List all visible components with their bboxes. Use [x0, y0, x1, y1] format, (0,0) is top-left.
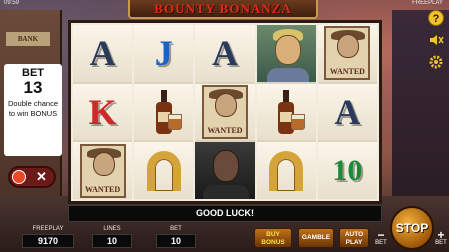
- bet-increase-label: BET: [435, 240, 447, 246]
- message-text: GOOD LUCK!: [196, 208, 254, 218]
- reel-cell: [256, 25, 316, 82]
- plus-icon: +: [437, 228, 445, 242]
- settings-button[interactable]: [428, 54, 444, 70]
- reel-grid: A K WANTED J A WANTED WANTED A 10: [68, 20, 382, 204]
- side-bet-value: 13: [23, 78, 43, 97]
- bet-box: BET 10: [156, 226, 196, 248]
- symbol-a: A: [334, 92, 361, 132]
- reel-cell: [134, 142, 194, 200]
- wanted-poster-icon: WANTED: [324, 26, 371, 81]
- reel-cell: WANTED: [73, 142, 133, 200]
- stop-button[interactable]: STOP: [390, 206, 434, 250]
- bet-info-panel: BET 13 Double chance to win BONUS: [4, 64, 62, 156]
- whiskey-glass-icon: [290, 113, 305, 130]
- reel-cell: A: [195, 25, 255, 82]
- sound-button[interactable]: [428, 32, 444, 48]
- symbol-a: A: [212, 33, 238, 74]
- close-icon: ✕: [36, 169, 47, 184]
- help-icon: ?: [432, 13, 440, 25]
- dark-outlaw-icon: [195, 142, 255, 200]
- bet-increase-button[interactable]: + BET: [434, 228, 448, 246]
- autoplay-button[interactable]: AUTO PLAY: [339, 228, 369, 248]
- lines-value: 10: [92, 234, 132, 248]
- bet-label: BET: [170, 226, 182, 232]
- symbol-a: A: [89, 33, 116, 74]
- reel-cell: A: [317, 83, 378, 141]
- symbol-k: K: [88, 92, 117, 132]
- horseshoe-icon: [146, 150, 181, 191]
- reel-cell: [256, 142, 316, 200]
- bet-value: 10: [156, 234, 196, 248]
- toggle-knob: [12, 170, 26, 184]
- reel-5: WANTED A 10: [317, 25, 378, 200]
- freeplay-value: 9170: [22, 234, 74, 248]
- reel-cell: WANTED: [317, 25, 378, 82]
- game-title: BOUNTY BONANZA: [154, 1, 292, 16]
- double-chance-toggle[interactable]: ✕: [8, 166, 56, 188]
- reel-cell: [195, 142, 255, 200]
- freeplay-label: FREEPLAY: [32, 226, 64, 232]
- minus-icon: −: [377, 228, 385, 242]
- freeplay-box: FREEPLAY 9170: [22, 226, 74, 248]
- reel-cell: [256, 83, 316, 141]
- reel-4: [256, 25, 316, 200]
- reel-cell: A: [73, 25, 133, 82]
- symbol-j: J: [154, 33, 173, 74]
- symbol-10: 10: [332, 153, 363, 187]
- wanted-text: WANTED: [85, 184, 121, 194]
- bank-sign: BANK: [6, 32, 50, 46]
- gamble-button[interactable]: GAMBLE: [298, 228, 334, 248]
- reel-cell: [134, 83, 194, 141]
- stop-label: STOP: [395, 221, 429, 235]
- lines-box: LINES 10: [92, 226, 132, 248]
- wanted-text: WANTED: [207, 126, 243, 135]
- blonde-outlaw-icon: [256, 25, 316, 82]
- reel-cell: K: [73, 83, 133, 141]
- wanted-poster-icon: WANTED: [79, 143, 126, 198]
- game-title-banner: BOUNTY BONANZA: [128, 0, 318, 19]
- gear-icon: [429, 55, 443, 69]
- clock-text: 09:59: [4, 0, 20, 6]
- message-bar: GOOD LUCK!: [68, 205, 382, 222]
- bet-decrease-button[interactable]: − BET: [374, 228, 388, 246]
- lines-label: LINES: [103, 226, 121, 232]
- speaker-icon: [430, 35, 444, 45]
- wanted-poster-icon: WANTED: [202, 85, 248, 139]
- buy-bonus-button[interactable]: BUY BONUS: [254, 228, 292, 248]
- mode-label: FREEPLAY: [412, 0, 443, 6]
- reel-2: J: [134, 25, 194, 200]
- wanted-text: WANTED: [329, 67, 365, 77]
- reel-cell: 10: [317, 142, 378, 200]
- whiskey-glass-icon: [168, 113, 183, 130]
- side-bet-description: Double chance to win BONUS: [7, 99, 59, 118]
- reel-3: A WANTED: [195, 25, 255, 200]
- horseshoe-icon: [269, 150, 304, 191]
- help-button[interactable]: ?: [428, 10, 444, 26]
- bet-decrease-label: BET: [375, 240, 387, 246]
- reel-1: A K WANTED: [73, 25, 133, 200]
- reel-cell: J: [134, 25, 194, 82]
- reel-cell: WANTED: [195, 83, 255, 141]
